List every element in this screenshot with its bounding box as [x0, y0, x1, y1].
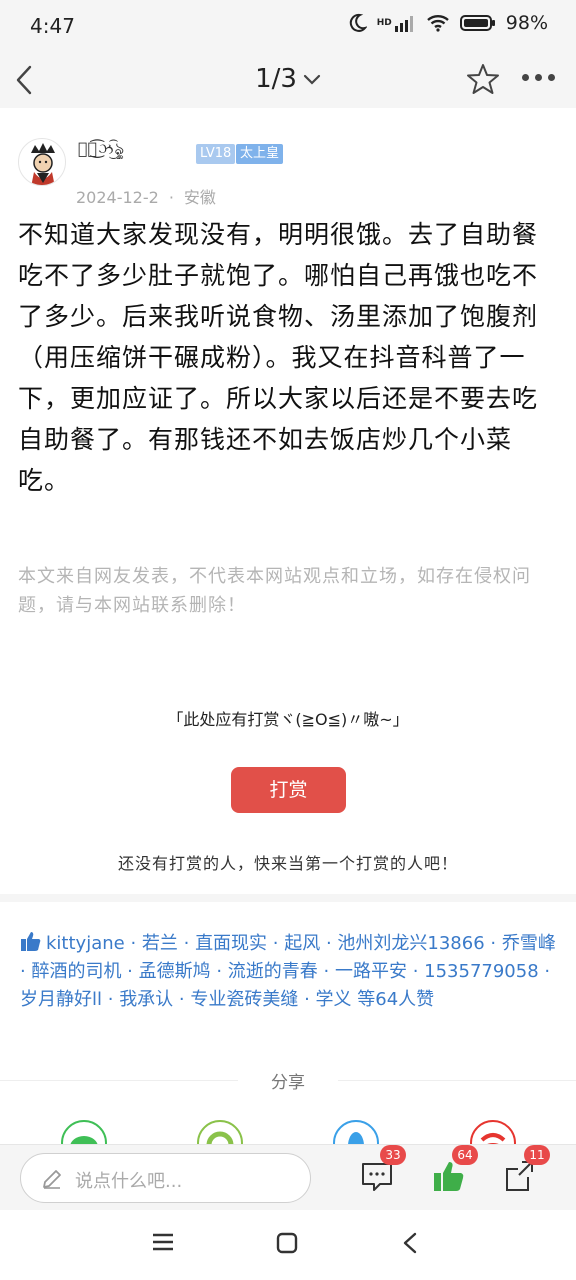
liked-user[interactable]: 学义 [316, 989, 352, 1010]
home-icon [276, 1232, 298, 1254]
like-count-badge: 64 [452, 1145, 478, 1165]
reward-prompt: 「此处应有打赏ヾ(≧O≦)〃嗷~」 [167, 710, 409, 729]
system-back-button[interactable] [402, 1232, 418, 1258]
share-count-badge: 11 [524, 1145, 550, 1165]
menu-icon [153, 1233, 173, 1251]
status-bar: 4:47 HD 98% [0, 0, 576, 52]
liked-user[interactable]: 起风 [284, 933, 320, 954]
page-indicator: 1/3 [255, 64, 297, 94]
likes-list: kittyjane · 若兰 · 直面现实 · 起风 · 池州刘龙兴13866 … [20, 930, 560, 1014]
more-icon [522, 74, 529, 81]
post-meta: 2024-12-2 · 安徽 [76, 188, 216, 207]
nav-bar: 1/3 [0, 52, 576, 108]
comment-button[interactable]: 33 [360, 1145, 406, 1197]
thumbs-up-icon [21, 932, 41, 951]
battery-level: 98% [505, 12, 548, 34]
liked-user[interactable]: 流逝的青春 [228, 961, 318, 982]
liked-user[interactable]: 我承认 [119, 989, 173, 1010]
author-info: ৡৢ͜͡ઝ͜͡ৡৢ LV18 太上皇 2024-12-2 · 安徽 [18, 136, 558, 208]
moon-icon [349, 13, 367, 32]
recent-apps-button[interactable] [152, 1232, 174, 1256]
liked-user[interactable]: 岁月静好ll [20, 989, 102, 1010]
liked-user[interactable]: 1535779058 [424, 961, 539, 982]
liked-user[interactable]: 一路平安 [335, 961, 407, 982]
pen-icon [43, 1170, 61, 1189]
title-badge: 太上皇 [236, 144, 284, 164]
liked-user[interactable]: 乔雪峰 [502, 933, 556, 954]
avatar[interactable] [18, 138, 66, 186]
liked-user[interactable]: 专业瓷砖美缝 [190, 989, 298, 1010]
chevron-down-icon [303, 74, 321, 85]
like-button[interactable]: 64 [432, 1145, 478, 1197]
author-name[interactable]: ৡৢ͜͡ઝ͜͡ৡৢ [78, 136, 125, 163]
disclaimer: 本文来自网友发表，不代表本网站观点和立场，如存在侵权问题，请与本网站联系删除！ [18, 566, 531, 616]
liked-user[interactable]: 池州刘龙兴13866 [337, 933, 484, 954]
level-badge: LV18 [196, 144, 236, 164]
share-divider-right [338, 1080, 576, 1081]
liked-user[interactable]: 若兰 [142, 933, 178, 954]
bottom-action-bar: 说点什么吧... 33 64 11 [0, 1144, 576, 1210]
reward-note: 还没有打赏的人，快来当第一个打赏的人吧！ [117, 854, 458, 873]
post-location: 安徽 [183, 188, 216, 207]
reward-button[interactable]: 打赏 [231, 767, 346, 813]
status-time: 4:47 [30, 14, 75, 38]
liked-user[interactable]: 醉酒的司机 [31, 961, 121, 982]
section-divider [0, 894, 576, 902]
liked-user[interactable]: 孟德斯鸠 [139, 961, 211, 982]
liked-user[interactable]: kittyjane [46, 933, 125, 954]
status-icons: HD 98% [347, 12, 548, 34]
comment-count-badge: 33 [380, 1145, 406, 1165]
liked-user[interactable]: 直面现实 [195, 933, 267, 954]
battery-icon [459, 15, 495, 31]
star-icon [467, 64, 499, 94]
wifi-icon [426, 15, 449, 32]
back-icon [403, 1232, 417, 1254]
more-button[interactable] [522, 74, 555, 81]
comment-input[interactable]: 说点什么吧... [20, 1153, 311, 1203]
post-body: 不知道大家发现没有，明明很饿。去了自助餐吃不了多少肚子就饱了。哪怕自己再饿也吃不… [18, 220, 539, 495]
liked-users: kittyjane · 若兰 · 直面现实 · 起风 · 池州刘龙兴13866 … [20, 933, 556, 1010]
home-button[interactable] [276, 1232, 298, 1258]
likes-summary: 等64人赞 [357, 989, 435, 1010]
share-section: 分享 [0, 1068, 576, 1093]
king-card-icon [31, 143, 55, 185]
share-button[interactable]: 11 [504, 1145, 550, 1197]
system-nav-bar [0, 1210, 576, 1280]
post-date: 2024-12-2 [76, 188, 159, 207]
favorite-button[interactable] [466, 62, 500, 100]
network-type: HD [376, 18, 392, 28]
signal-icon [394, 16, 413, 32]
comment-placeholder: 说点什么吧... [75, 1171, 183, 1192]
